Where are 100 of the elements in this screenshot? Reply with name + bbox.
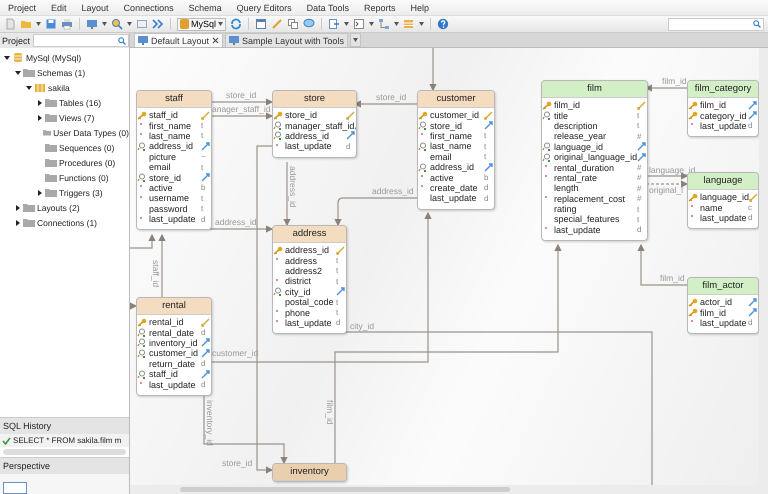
column-name: last_name bbox=[149, 130, 192, 141]
index-icon bbox=[418, 121, 428, 130]
scrollbar-thumb[interactable] bbox=[180, 487, 510, 492]
history-entry[interactable]: SELECT * FROM sakila.film m bbox=[0, 434, 129, 447]
forward-icon[interactable] bbox=[152, 18, 164, 30]
tree-item[interactable]: User Data Types (0) bbox=[53, 128, 129, 138]
tab-list-button[interactable] bbox=[350, 33, 361, 47]
column-name: description bbox=[554, 120, 599, 131]
menu-item[interactable]: Project bbox=[4, 2, 46, 12]
column-name: active bbox=[149, 182, 173, 193]
fit-icon[interactable] bbox=[136, 18, 148, 30]
entity-table[interactable]: film film_id title t description t release_year # language_id original_language_id rental_duration # rental_rate # length # replacement_cost # rating t special_features t last_update d bbox=[541, 80, 648, 242]
column-name: address_id bbox=[285, 245, 330, 256]
caret-icon[interactable] bbox=[127, 22, 132, 26]
tree-item[interactable]: MySql (MySql) bbox=[26, 52, 82, 62]
save-icon[interactable] bbox=[45, 18, 57, 30]
terminal-icon[interactable] bbox=[353, 18, 366, 30]
caret-icon[interactable] bbox=[344, 22, 350, 26]
zoom-icon[interactable] bbox=[111, 18, 123, 30]
foreign-key-arrow-icon bbox=[201, 142, 211, 151]
print-icon[interactable] bbox=[61, 18, 73, 30]
menu-item[interactable]: Connections bbox=[120, 2, 183, 12]
menu-item[interactable]: Schema bbox=[184, 2, 231, 12]
column-name: staff_id bbox=[149, 369, 179, 380]
export-icon[interactable] bbox=[328, 18, 340, 30]
tree-item[interactable]: Functions (0) bbox=[59, 172, 109, 182]
menu-item[interactable]: Data Tools bbox=[302, 2, 358, 12]
column-name: email bbox=[430, 152, 453, 162]
column-name: rental_id bbox=[149, 317, 185, 328]
menu-item[interactable]: Edit bbox=[47, 2, 76, 12]
hierarchy-icon[interactable] bbox=[378, 18, 390, 30]
relation-label: address_id bbox=[372, 186, 414, 196]
menu-item[interactable]: Query Editors bbox=[232, 2, 301, 12]
connection-dropdown[interactable]: MySql bbox=[177, 18, 226, 30]
column-name: picture bbox=[149, 152, 178, 162]
entity-table[interactable]: film_category film_id category_id last_update d bbox=[687, 80, 759, 138]
copy-icon[interactable] bbox=[287, 18, 300, 30]
menu-item[interactable]: Layout bbox=[78, 2, 118, 12]
entity-table[interactable]: staff staff_id first_name t last_name t address_id picture ~ email t store_id active b username t password t last_update d bbox=[136, 90, 212, 230]
panel-title: Perspective bbox=[0, 457, 129, 474]
tree-item[interactable]: Views (7) bbox=[59, 112, 94, 122]
column-name: return_date bbox=[149, 358, 196, 369]
column-name: inventory_id bbox=[149, 338, 199, 348]
caret-icon[interactable] bbox=[218, 22, 224, 26]
column-name: password bbox=[149, 204, 189, 214]
vertical-scrollbar[interactable] bbox=[759, 48, 768, 485]
entity-table[interactable]: inventory bbox=[272, 463, 347, 482]
caret-icon[interactable] bbox=[352, 38, 358, 42]
column-type: d bbox=[748, 121, 754, 130]
expand-arrow-icon[interactable] bbox=[37, 100, 43, 106]
refresh-icon[interactable] bbox=[230, 18, 242, 30]
tree-item[interactable]: sakila bbox=[48, 82, 70, 92]
expand-arrow-icon[interactable] bbox=[37, 190, 43, 196]
close-icon[interactable] bbox=[212, 37, 220, 44]
perspective-thumbnail[interactable] bbox=[3, 482, 27, 494]
caret-icon[interactable] bbox=[369, 22, 374, 26]
foreign-key-arrow-icon bbox=[484, 162, 494, 172]
relation-label: inventory_id bbox=[205, 400, 215, 446]
caret-icon[interactable] bbox=[419, 22, 424, 26]
caret-icon[interactable] bbox=[36, 22, 41, 26]
entity-table[interactable]: language language_id name c last_update d bbox=[687, 172, 759, 230]
tree-item[interactable]: Layouts (2) bbox=[37, 202, 80, 212]
entity-table[interactable]: store store_id manager_staff_id address_id last_update d bbox=[272, 90, 357, 158]
monitor-icon[interactable] bbox=[86, 18, 98, 30]
filter-field[interactable] bbox=[33, 34, 129, 47]
horizontal-scrollbar[interactable] bbox=[130, 485, 768, 494]
index-icon bbox=[137, 338, 147, 348]
menu-item[interactable]: Help bbox=[406, 2, 438, 12]
tab[interactable]: Default Layout bbox=[134, 33, 224, 47]
column-type: d bbox=[484, 183, 490, 192]
foreign-key-arrow-icon bbox=[637, 152, 647, 162]
table-icon[interactable] bbox=[255, 18, 268, 30]
tree-item[interactable]: Connections (1) bbox=[37, 218, 98, 228]
tree-item[interactable]: Procedures (0) bbox=[59, 158, 116, 168]
caret-icon[interactable] bbox=[102, 22, 107, 26]
caret-icon[interactable] bbox=[394, 22, 400, 26]
connector-line bbox=[130, 234, 156, 249]
collapse-arrow-icon[interactable] bbox=[15, 70, 21, 76]
comment-icon[interactable] bbox=[303, 18, 316, 30]
tab[interactable]: Sample Layout with Tools bbox=[225, 33, 348, 47]
entity-table[interactable]: address address_id address t address2 t district t city_id postal_code t phone t last_update d bbox=[272, 225, 347, 334]
expand-arrow-icon[interactable] bbox=[15, 220, 21, 226]
tree-item[interactable]: Triggers (3) bbox=[59, 188, 103, 198]
column-name: film_id bbox=[700, 100, 728, 110]
tree-item[interactable]: Sequences (0) bbox=[59, 142, 114, 152]
tree-item[interactable]: Tables (16) bbox=[59, 98, 102, 108]
relation-label: language_id bbox=[649, 165, 696, 175]
entity-table[interactable]: customer customer_id store_id first_name t last_name t email t address_id active b create_date d last_update d bbox=[417, 90, 495, 210]
expand-arrow-icon[interactable] bbox=[37, 114, 43, 120]
entity-table[interactable]: film_actor actor_id film_id last_update d bbox=[687, 277, 759, 334]
entity-table[interactable]: rental rental_id rental_date d inventory_id customer_id return_date d staff_id last_update d bbox=[136, 297, 212, 396]
menu-item[interactable]: Reports bbox=[360, 2, 405, 12]
collapse-arrow-icon[interactable] bbox=[4, 54, 10, 60]
expand-arrow-icon[interactable] bbox=[15, 204, 21, 210]
column-type: t bbox=[484, 142, 488, 151]
search-field[interactable] bbox=[668, 18, 764, 30]
tree-item[interactable]: Schemas (1) bbox=[37, 68, 86, 78]
collapse-arrow-icon[interactable] bbox=[26, 84, 32, 90]
index-icon bbox=[273, 121, 283, 130]
help-icon[interactable] bbox=[437, 18, 450, 30]
